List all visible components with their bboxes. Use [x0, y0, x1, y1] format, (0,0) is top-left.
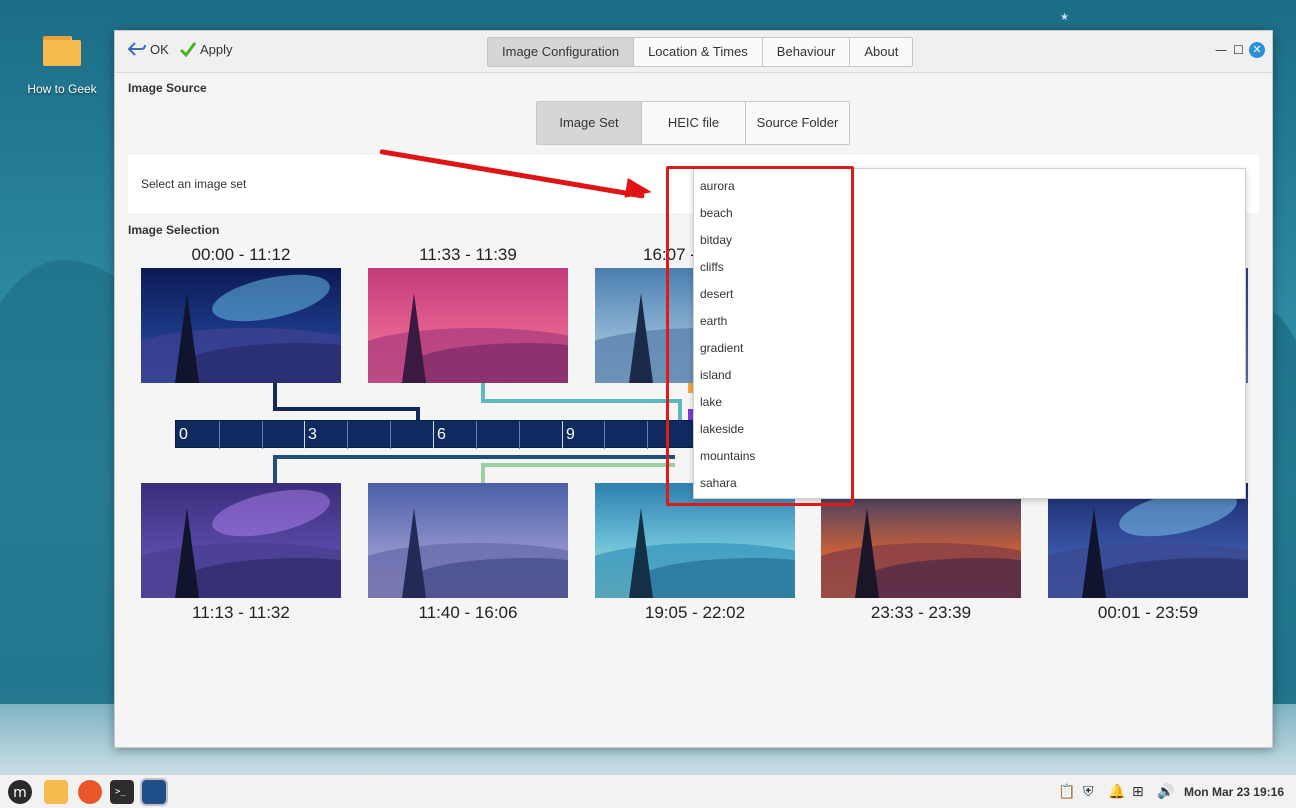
clock[interactable]: Mon Mar 23 19:16	[1184, 785, 1284, 799]
network-icon[interactable]: ⊞	[1132, 784, 1144, 800]
source-tabs: Image Set HEIC file Source Folder	[536, 101, 850, 145]
annotation-highlight-box	[666, 166, 854, 506]
mint-menu-icon[interactable]: m	[8, 780, 32, 804]
terminal-icon[interactable]: >_	[110, 780, 134, 804]
back-arrow-icon	[127, 42, 146, 56]
time-range-label: 11:13 - 11:32	[192, 603, 290, 622]
checkmark-icon	[179, 42, 197, 57]
files-icon[interactable]	[44, 780, 68, 804]
image-selection-title: Image Selection	[128, 223, 220, 237]
tab-image-set[interactable]: Image Set	[537, 102, 642, 144]
tab-image-configuration[interactable]: Image Configuration	[488, 38, 635, 66]
tab-behaviour[interactable]: Behaviour	[763, 38, 851, 66]
tab-heic-file[interactable]: HEIC file	[642, 102, 746, 144]
image-set-label: Select an image set	[141, 177, 247, 191]
tab-about[interactable]: About	[850, 38, 912, 66]
desktop-icon-label: How to Geek	[27, 82, 97, 96]
wallpaper-thumbnail[interactable]	[141, 483, 341, 598]
volume-icon[interactable]: 🔊	[1157, 784, 1174, 800]
tab-source-folder[interactable]: Source Folder	[746, 102, 849, 144]
wallpaper-thumbnail[interactable]	[368, 483, 568, 598]
timeline-hour-label: 9	[566, 426, 575, 443]
svg-text:m: m	[13, 785, 27, 801]
bell-icon[interactable]: 🔔	[1108, 784, 1125, 800]
time-range-label: 00:00 - 11:12	[191, 245, 291, 264]
time-range-label: 11:40 - 16:06	[418, 603, 518, 622]
clipboard-icon[interactable]: 📋	[1058, 784, 1075, 800]
wallpaper-thumbnail[interactable]	[141, 268, 341, 383]
timeline-hour-label: 0	[179, 426, 188, 443]
image-source-title: Image Source	[128, 81, 207, 95]
ok-button[interactable]: OK	[127, 41, 169, 57]
desktop-icon-how-to-geek[interactable]: How to Geek	[26, 36, 98, 96]
timeline-hour-label: 3	[308, 426, 317, 443]
time-range-label: 00:01 - 23:59	[1097, 603, 1199, 622]
time-range-label: 19:05 - 22:02	[644, 603, 746, 622]
svg-text:>_: >_	[115, 787, 126, 797]
star-decoration: ★	[1060, 12, 1069, 23]
apply-button-label: Apply	[200, 41, 233, 57]
folder-icon	[43, 36, 81, 66]
apply-button[interactable]: Apply	[179, 41, 233, 57]
dynamic-wallpaper-icon[interactable]	[140, 778, 168, 806]
close-icon[interactable]: ✕	[1249, 42, 1265, 58]
wallpaper-thumbnail[interactable]	[368, 268, 568, 383]
toolbar: OK Apply Image Configuration Location & …	[115, 31, 1272, 73]
taskbar: m >_ 📋 ⛨ 🔔 ⊞ 🔊 Mon Mar 23 19:16	[0, 774, 1296, 808]
wallpaper-thumbnail[interactable]	[1048, 483, 1248, 598]
main-tabs: Image Configuration Location & Times Beh…	[487, 37, 914, 67]
time-range-label: 23:33 - 23:39	[870, 603, 972, 622]
firefox-icon[interactable]	[78, 780, 102, 804]
timeline-bar[interactable]: 0 3 6 9	[175, 420, 695, 449]
minimize-icon[interactable]: —	[1215, 43, 1227, 57]
shield-icon[interactable]: ⛨	[1083, 784, 1094, 800]
maximize-icon[interactable]: ☐	[1233, 43, 1244, 57]
timeline-hour-label: 6	[437, 426, 446, 443]
annotation-arrow-head	[624, 177, 654, 203]
time-range-label: 11:33 - 11:39	[419, 245, 517, 264]
tab-location-times[interactable]: Location & Times	[634, 38, 763, 66]
ok-button-label: OK	[150, 41, 169, 57]
